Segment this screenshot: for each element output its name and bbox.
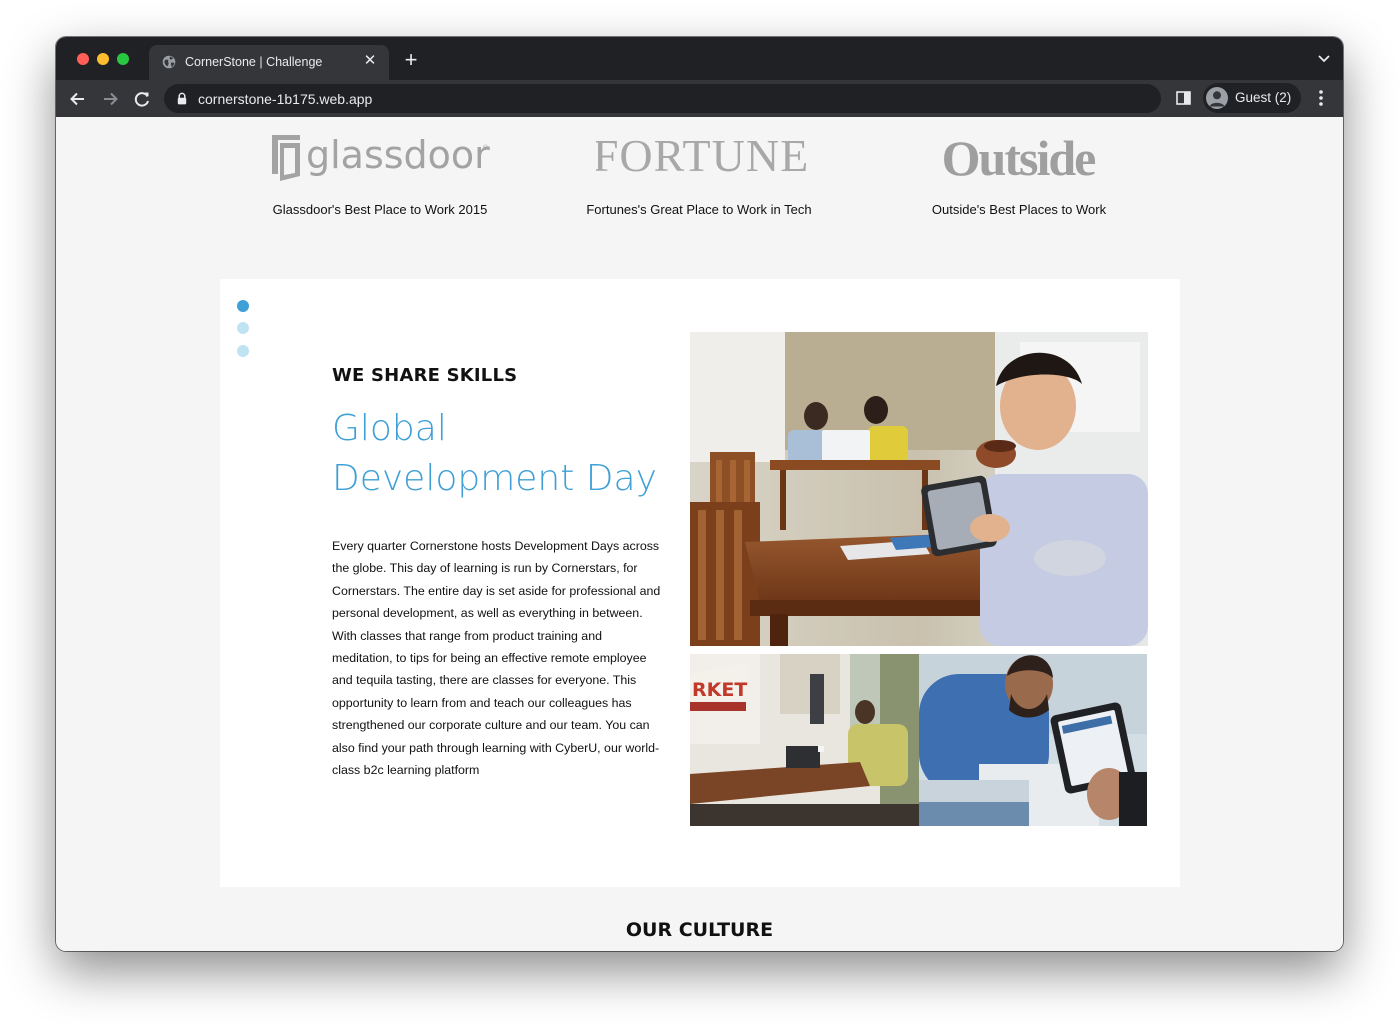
back-arrow-icon[interactable]: [67, 88, 89, 110]
lock-icon[interactable]: [176, 92, 188, 105]
profile-button[interactable]: Guest (2): [1203, 83, 1301, 113]
award-caption: Glassdoor's Best Place to Work 2015: [272, 202, 488, 217]
svg-text:RKET: RKET: [692, 679, 747, 701]
reload-icon[interactable]: [131, 88, 153, 110]
svg-text:glassdoor: glassdoor: [306, 133, 490, 177]
award-caption: Fortunes's Great Place to Work in Tech: [586, 202, 812, 217]
tab-title: CornerStone | Challenge: [185, 55, 323, 69]
svg-text:FORTUNE: FORTUNE: [596, 130, 806, 179]
headline-line-2: Development Day: [332, 458, 657, 499]
photo-man-tablet: [919, 654, 1147, 826]
chevron-down-icon[interactable]: [1317, 54, 1331, 64]
svg-text:®: ®: [482, 144, 489, 152]
carousel-dot-3[interactable]: [237, 345, 249, 357]
svg-text:Outside: Outside: [942, 131, 1096, 183]
browser-tab[interactable]: CornerStone | Challenge ✕: [149, 45, 389, 80]
photo-cafe-tablet: [690, 332, 1148, 646]
carousel-dot-2[interactable]: [237, 322, 249, 334]
avatar-icon: [1206, 87, 1228, 109]
side-panel-icon[interactable]: [1176, 91, 1191, 105]
carousel-dot-1[interactable]: [237, 300, 249, 312]
globe-icon: [162, 55, 176, 69]
headline-line-1: Global: [332, 408, 447, 449]
feature-card: WE SHARE SKILLS Global Development Day E…: [220, 279, 1180, 887]
browser-toolbar: cornerstone-1b175.web.app Guest (2): [56, 80, 1343, 117]
url-text: cornerstone-1b175.web.app: [198, 91, 373, 107]
profile-label: Guest (2): [1235, 90, 1292, 105]
close-tab-icon[interactable]: ✕: [361, 52, 379, 70]
feature-body: Every quarter Cornerstone hosts Developm…: [332, 539, 661, 778]
page-content: Glassdoor's Best Place to Work 2015 glas…: [56, 117, 1343, 951]
forward-arrow-icon[interactable]: [99, 88, 121, 110]
browser-window: CornerStone | Challenge ✕ + cornerstone-…: [56, 37, 1343, 951]
address-bar[interactable]: cornerstone-1b175.web.app: [164, 84, 1161, 113]
feature-eyebrow: WE SHARE SKILLS: [332, 365, 518, 386]
outside-logo: Outside: [942, 131, 1098, 183]
fortune-logo: FORTUNE: [596, 130, 806, 179]
photo-market-laptop: RKET: [690, 654, 919, 826]
section-title-culture: OUR CULTURE: [625, 919, 774, 941]
maximize-window-button[interactable]: [117, 53, 129, 65]
minimize-window-button[interactable]: [97, 53, 109, 65]
title-bar: CornerStone | Challenge ✕ +: [56, 37, 1343, 80]
new-tab-icon[interactable]: +: [401, 49, 421, 71]
close-window-button[interactable]: [77, 53, 89, 65]
more-menu-icon[interactable]: [1314, 88, 1328, 108]
feature-headline: Global Development Day: [332, 404, 672, 504]
glassdoor-logo: glassdoor ®: [272, 133, 490, 181]
award-caption: Outside's Best Places to Work: [931, 202, 1107, 217]
